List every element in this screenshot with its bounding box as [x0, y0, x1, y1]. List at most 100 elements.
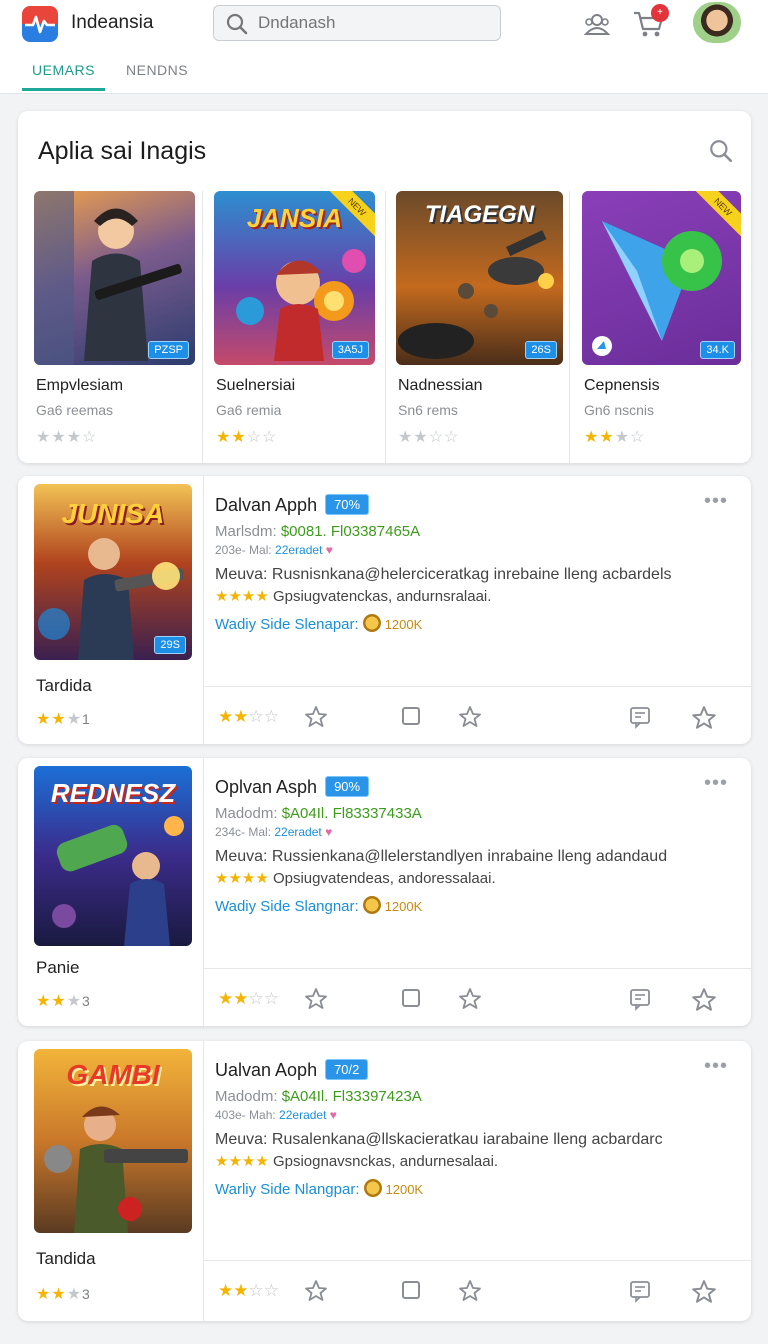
card-left-rating: ★★★3 [36, 993, 91, 1010]
star-outline-icon[interactable] [458, 987, 482, 1011]
comment-icon[interactable] [628, 987, 652, 1011]
more-options-icon[interactable]: ••• [704, 1055, 728, 1078]
avatar[interactable] [691, 0, 743, 45]
card-title-text: Dalvan Apph [215, 495, 318, 515]
card-left-panel: GAMBI Tandida ★★★3 [18, 1041, 204, 1321]
coin-icon [363, 1179, 382, 1197]
tile-rating: ★★★☆ [36, 429, 98, 446]
rating-stars[interactable]: ★★☆☆ [218, 989, 279, 1009]
heart-icon: ♥ [325, 825, 333, 839]
divider [202, 191, 203, 463]
meta-link[interactable]: 22eradet [274, 825, 321, 839]
star-outline-icon[interactable] [304, 987, 328, 1011]
tab-nendns[interactable]: NENDNS [126, 62, 188, 78]
review-stars: ★★★★ [215, 1153, 269, 1170]
card-left-rating: ★★★1 [36, 711, 91, 728]
star-outline-icon[interactable] [458, 705, 482, 729]
game-art-image: GAMBI [34, 1049, 192, 1233]
card-review-line: ★★★★ Opsiugvatendeas, andoressalaai. [215, 870, 496, 887]
card-actions: ★★☆☆ [204, 686, 751, 744]
tile-subtitle: Sn6 rems [398, 402, 458, 418]
star-outline-icon[interactable] [304, 705, 328, 729]
tile-name: Cepnensis [584, 377, 660, 394]
card-description: Meuva: Rusalenkana@llskacieratkau iaraba… [215, 1131, 663, 1148]
card-art-title: REDNESZ [50, 778, 176, 808]
meta-link[interactable]: 22eradet [275, 543, 322, 557]
review-stars: ★★★★ [215, 588, 269, 605]
card-side-link[interactable]: Warliy Side Nlangpar: 1200K [215, 1179, 423, 1198]
card-details: Oplvan Asph 90% ••• Madodm: $A04Il. Fl833… [204, 758, 751, 1026]
card-title-text: Oplvan Asph [215, 777, 318, 797]
favorite-star-icon[interactable] [690, 987, 718, 1013]
card-left-panel: REDNESZ Panie ★★★3 [18, 758, 204, 1026]
card-review-line: ★★★★ Gpsiognavsnckas, andurnesalaai. [215, 1153, 499, 1170]
search-box[interactable] [213, 5, 501, 41]
game-art-image: PZSP [34, 191, 195, 365]
search-input[interactable] [258, 12, 488, 34]
top-bar: Indeansia + UEMARS NENDNS [0, 0, 768, 94]
more-options-icon[interactable]: ••• [704, 772, 728, 795]
featured-title: Aplia sai Inagis [38, 137, 207, 165]
card-side-link[interactable]: Wadiy Side Slenapar: 1200K [215, 614, 422, 633]
review-stars: ★★★★ [215, 870, 269, 887]
card-meta-line: 203e- Mal: 22eradet ♥ [215, 543, 333, 557]
card-art-title: JUNISA [61, 498, 165, 529]
favorite-star-icon[interactable] [690, 1279, 718, 1305]
card-title: Dalvan Apph 70% [215, 494, 370, 516]
featured-tile[interactable]: PZSP Empvlesiam Ga6 reemas ★★★☆ [34, 191, 199, 461]
star-outline-icon[interactable] [458, 1279, 482, 1303]
divider [385, 191, 386, 463]
tile-rating: ★★☆☆ [398, 429, 460, 446]
card-art-badge: 29S [154, 636, 186, 654]
card-left-name: Panie [36, 958, 80, 977]
search-icon[interactable] [708, 138, 734, 164]
card-price-line: Madodm: $A04Il. Fl33397423A [215, 1088, 422, 1105]
card-left-name: Tandida [36, 1249, 96, 1268]
card-title: Oplvan Asph 90% [215, 776, 370, 798]
star-outline-icon[interactable] [304, 1279, 328, 1303]
coin-icon [362, 896, 381, 914]
divider [569, 191, 570, 463]
game-art-image: NEW 34.K [582, 191, 741, 365]
card-actions: ★★☆☆ [204, 1260, 751, 1321]
meta-link[interactable]: 22eradet [279, 1108, 326, 1122]
more-options-icon[interactable]: ••• [704, 490, 728, 513]
app-logo-icon[interactable] [22, 6, 58, 42]
score-badge: 70/2 [325, 1059, 369, 1080]
people-icon[interactable] [582, 10, 612, 38]
checkbox-icon[interactable] [400, 987, 422, 1009]
comment-icon[interactable] [628, 1279, 652, 1303]
card-side-link[interactable]: Wadiy Side Slangnar: 1200K [215, 896, 422, 915]
tile-badge: 3A5J [331, 341, 369, 359]
checkbox-icon[interactable] [400, 1279, 422, 1301]
game-art-image: REDNESZ [34, 766, 192, 946]
tile-rating: ★★☆☆ [216, 429, 278, 446]
featured-tile[interactable]: JANSIA NEW 3A5J Suelnersiai Ga6 remia ★★… [214, 191, 379, 461]
tile-subtitle: Gn6 nscnis [584, 402, 655, 418]
rating-stars[interactable]: ★★☆☆ [218, 1281, 279, 1301]
tile-name: Suelnersiai [216, 377, 296, 394]
comment-icon[interactable] [628, 705, 652, 729]
featured-tile[interactable]: TIAGEGN 26S Nadnessian Sn6 rems ★★☆☆ [396, 191, 563, 461]
app-title: Indeansia [71, 12, 154, 33]
rating-stars[interactable]: ★★☆☆ [218, 707, 279, 727]
tile-subtitle: Ga6 remia [216, 402, 282, 418]
score-badge: 90% [325, 776, 370, 797]
card-price-line: Madodm: $A04Il. Fl83337433A [215, 805, 422, 822]
game-art-image: JUNISA 29S [34, 484, 192, 660]
favorite-star-icon[interactable] [690, 705, 718, 731]
tile-badge: PZSP [148, 341, 189, 359]
app-card[interactable]: JUNISA 29S Tardida ★★★1 Dalvan Apph 70% •… [18, 476, 751, 744]
checkbox-icon[interactable] [400, 705, 422, 727]
game-art-image: JANSIA NEW 3A5J [214, 191, 375, 365]
coin-icon [362, 614, 381, 632]
featured-section: Aplia sai Inagis PZSP Empvlesiam Ga6 ree… [18, 111, 751, 463]
app-card[interactable]: GAMBI Tandida ★★★3 Ualvan Aoph 70/2 ••• M… [18, 1041, 751, 1321]
tab-uemars[interactable]: UEMARS [22, 62, 105, 91]
app-card[interactable]: REDNESZ Panie ★★★3 Oplvan Asph 90% ••• Ma… [18, 758, 751, 1026]
card-details: Ualvan Aoph 70/2 ••• Madodm: $A04Il. Fl33… [204, 1041, 751, 1321]
card-description: Meuva: Rusnisnkana@helerciceratkag inreb… [215, 566, 672, 583]
card-left-panel: JUNISA 29S Tardida ★★★1 [18, 476, 204, 744]
game-art-image: TIAGEGN 26S [396, 191, 563, 365]
featured-tile[interactable]: NEW 34.K Cepnensis Gn6 nscnis ★★★☆ [582, 191, 747, 461]
